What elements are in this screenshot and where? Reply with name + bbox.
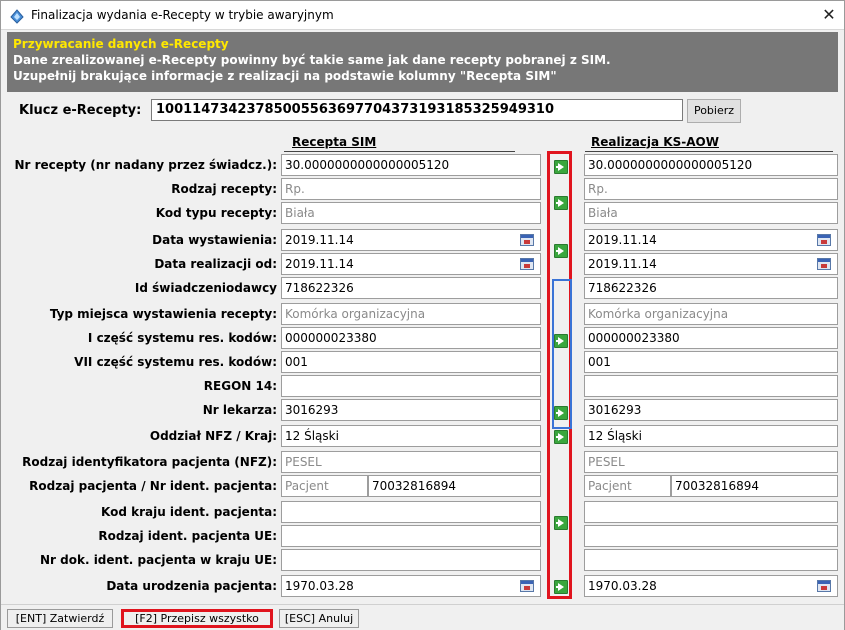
real-field[interactable] <box>584 375 838 397</box>
banner-line-2: Uzupełnij brakujące informacje z realiza… <box>13 69 557 83</box>
real-field[interactable]: 12 Śląski <box>584 425 838 447</box>
row-label: I część systemu res. kodów: <box>87 331 277 345</box>
sim-date-field[interactable]: 2019.11.14 <box>281 229 541 251</box>
arrow-right-icon[interactable] <box>554 430 568 444</box>
real-field[interactable]: 3016293 <box>584 399 838 421</box>
arrow-right-icon[interactable] <box>554 196 568 210</box>
real-date-value: 2019.11.14 <box>588 233 657 247</box>
sim-date-value: 1970.03.28 <box>285 579 354 593</box>
real-field[interactable]: Rp. <box>584 178 838 200</box>
sim-date-field[interactable]: 1970.03.28 <box>281 575 541 597</box>
sim-field[interactable]: 001 <box>281 351 541 373</box>
calendar-icon[interactable] <box>817 258 831 270</box>
calendar-icon[interactable] <box>817 234 831 246</box>
real-date-value: 2019.11.14 <box>588 257 657 271</box>
row-label: Data realizacji od: <box>154 257 277 271</box>
row-label: REGON 14: <box>203 379 277 393</box>
copy-all-button[interactable]: [F2] Przepisz wszystko <box>121 609 273 628</box>
row-label: Rodzaj pacjenta / Nr ident. pacjenta: <box>29 479 277 493</box>
key-label: Klucz e-Recepty: <box>19 103 142 118</box>
real-date-field[interactable]: 2019.11.14 <box>584 253 838 275</box>
arrow-right-icon[interactable] <box>554 244 568 258</box>
real-field[interactable] <box>584 525 838 547</box>
calendar-icon[interactable] <box>520 234 534 246</box>
real-date-value: 1970.03.28 <box>588 579 657 593</box>
real-field[interactable]: Biała <box>584 202 838 224</box>
row-label: Id świadczeniodawcy <box>134 281 277 295</box>
sim-field[interactable]: 3016293 <box>281 399 541 421</box>
row-label: Rodzaj ident. pacjenta UE: <box>98 529 277 543</box>
real-field[interactable]: 718622326 <box>584 277 838 299</box>
key-row: Klucz e-Recepty: 10011473423785005563697… <box>7 97 838 125</box>
sim-field: PESEL <box>281 451 541 473</box>
real-field[interactable]: 30.0000000000000005120 <box>584 154 838 176</box>
sim-field[interactable] <box>281 549 541 571</box>
row-label: Data urodzenia pacjenta: <box>106 579 277 593</box>
real-field[interactable]: PESEL <box>584 451 838 473</box>
column-header-sim: Recepta SIM <box>292 135 377 149</box>
row-label: Typ miejsca wystawienia recepty: <box>49 307 277 321</box>
title-bar: Finalizacja wydania e-Recepty w trybie a… <box>1 1 844 30</box>
arrow-right-icon[interactable] <box>554 160 568 174</box>
arrow-right-icon[interactable] <box>554 334 568 348</box>
calendar-icon[interactable] <box>520 258 534 270</box>
window-title: Finalizacja wydania e-Recepty w trybie a… <box>31 8 334 22</box>
real-field[interactable]: Komórka organizacyjna <box>584 303 838 325</box>
fetch-button[interactable]: Pobierz <box>687 99 741 123</box>
row-label: Nr recepty (nr nadany przez świadcz.): <box>14 158 277 172</box>
sim-field[interactable] <box>281 525 541 547</box>
real-field[interactable]: 001 <box>584 351 838 373</box>
real-date-field[interactable]: 1970.03.28 <box>584 575 838 597</box>
sim-date-field[interactable]: 2019.11.14 <box>281 253 541 275</box>
row-label: VII część systemu res. kodów: <box>74 355 277 369</box>
arrow-right-icon[interactable] <box>554 516 568 530</box>
calendar-icon[interactable] <box>817 580 831 592</box>
real-patient-id-field[interactable]: 70032816894 <box>671 475 838 497</box>
prescription-app-icon <box>10 9 24 24</box>
real-patient-type-field[interactable]: Pacjent <box>584 475 671 497</box>
sim-field[interactable]: 718622326 <box>281 277 541 299</box>
column-underline-sim <box>284 151 515 152</box>
sim-field[interactable] <box>281 375 541 397</box>
footer-bar: [ENT] Zatwierdź [F2] Przepisz wszystko [… <box>1 604 844 630</box>
sim-patient-type-field: Pacjent <box>281 475 368 497</box>
sim-field: Rp. <box>281 178 541 200</box>
column-underline-real <box>585 151 833 152</box>
arrow-right-icon[interactable] <box>554 580 568 594</box>
row-label: Kod kraju ident. pacjenta: <box>100 505 277 519</box>
sim-field[interactable] <box>281 501 541 523</box>
real-date-field[interactable]: 2019.11.14 <box>584 229 838 251</box>
cancel-button[interactable]: [ESC] Anuluj <box>279 609 359 628</box>
sim-field[interactable]: 30.0000000000000005120 <box>281 154 541 176</box>
copy-arrows-column <box>547 151 572 599</box>
close-icon[interactable]: ✕ <box>818 5 840 25</box>
row-label: Oddział NFZ / Kraj: <box>149 429 277 443</box>
sim-field: Biała <box>281 202 541 224</box>
row-label: Rodzaj identyfikatora pacjenta (NFZ): <box>22 455 277 469</box>
row-label: Data wystawienia: <box>152 233 277 247</box>
real-field[interactable]: 000000023380 <box>584 327 838 349</box>
row-label: Kod typu recepty: <box>155 206 277 220</box>
sim-date-value: 2019.11.14 <box>285 257 354 271</box>
dialog-window: Finalizacja wydania e-Recepty w trybie a… <box>0 0 845 630</box>
banner-line-1: Dane zrealizowanej e-Recepty powinny być… <box>13 53 611 67</box>
sim-field: Komórka organizacyjna <box>281 303 541 325</box>
arrow-right-icon[interactable] <box>554 406 568 420</box>
column-header-real: Realizacja KS-AOW <box>591 135 719 149</box>
calendar-icon[interactable] <box>520 580 534 592</box>
real-field[interactable] <box>584 501 838 523</box>
sim-patient-id-field[interactable]: 70032816894 <box>368 475 541 497</box>
sim-field[interactable]: 12 Śląski <box>281 425 541 447</box>
banner-heading: Przywracanie danych e-Recepty <box>13 37 229 51</box>
row-label: Nr dok. ident. pacjenta w kraju UE: <box>40 553 277 567</box>
confirm-button[interactable]: [ENT] Zatwierdź <box>7 609 113 628</box>
sim-field[interactable]: 000000023380 <box>281 327 541 349</box>
real-field[interactable] <box>584 549 838 571</box>
info-banner: Przywracanie danych e-Recepty Dane zreal… <box>7 32 838 92</box>
row-label: Rodzaj recepty: <box>171 182 277 196</box>
row-label: Nr lekarza: <box>202 403 277 417</box>
sim-date-value: 2019.11.14 <box>285 233 354 247</box>
key-input[interactable]: 1001147342378500556369770437319318532594… <box>151 99 683 121</box>
